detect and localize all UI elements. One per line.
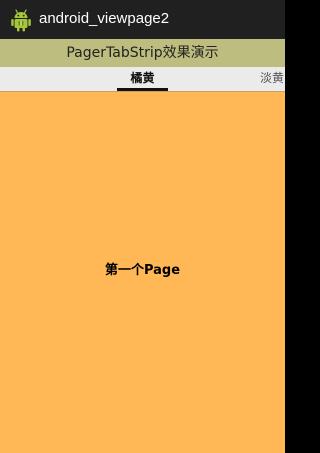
android-robot-icon: [11, 9, 31, 32]
app-title: android_viewpage2: [39, 10, 170, 27]
view-pager[interactable]: 第一个Page: [0, 92, 285, 453]
app-screen: android_viewpage2 PagerTabStrip效果演示 橘黄 淡…: [0, 0, 285, 453]
pager-tab-strip[interactable]: 橘黄 淡黄: [0, 67, 285, 91]
header-title: PagerTabStrip效果演示: [66, 45, 219, 61]
page-label: 第一个Page: [104, 263, 181, 278]
header-bar: PagerTabStrip效果演示: [0, 39, 285, 67]
tab-next[interactable]: 淡黄: [260, 67, 284, 91]
title-bar: android_viewpage2: [0, 0, 285, 39]
